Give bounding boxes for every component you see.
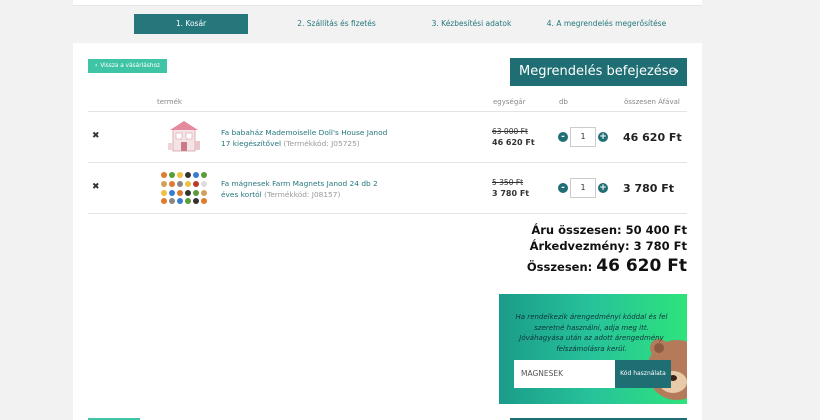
header-total: összesen Áfával bbox=[624, 98, 680, 106]
coupon-box: Ha rendelkezik árengedményi kóddal és fe… bbox=[499, 294, 687, 404]
header-unit-price: egységár bbox=[493, 98, 526, 106]
checkout-steps: 1. Kosár 2. Szállítás és fizetés 3. Kézb… bbox=[134, 14, 674, 34]
dollhouse-thumbnail[interactable] bbox=[159, 119, 211, 155]
item-name-link[interactable]: Fa mágnesek Farm Magnets Janod 24 db 2 é… bbox=[221, 178, 391, 200]
farm-magnets-thumbnail[interactable] bbox=[159, 170, 211, 206]
item-total: 3 780 Ft bbox=[623, 182, 675, 195]
grand-total-value: 46 620 Ft bbox=[596, 256, 687, 276]
goods-total-label: Áru összesen: bbox=[531, 223, 622, 237]
goods-total: Áru összesen: 50 400 Ft bbox=[531, 223, 687, 237]
item-total: 46 620 Ft bbox=[623, 131, 682, 144]
remove-item-icon[interactable]: ✖ bbox=[92, 131, 100, 141]
divider bbox=[88, 162, 687, 163]
discount-total: Árkedvezmény: 3 780 Ft bbox=[530, 239, 687, 253]
item-price: 46 620 Ft bbox=[492, 138, 535, 147]
item-name-link[interactable]: Fa babaház Mademoiselle Doll's House Jan… bbox=[221, 127, 391, 149]
item-code: (Termékkód: J05725) bbox=[283, 139, 360, 148]
coupon-info-text: Ha rendelkezik árengedményi kóddal és fe… bbox=[515, 313, 668, 353]
qty-increase-button[interactable]: + bbox=[598, 132, 608, 142]
back-button-label: Vissza a vásárláshoz bbox=[100, 63, 161, 69]
coupon-code-input[interactable]: MAGNESEK bbox=[514, 360, 615, 388]
discount-value: 3 780 Ft bbox=[633, 239, 687, 253]
top-strip bbox=[73, 0, 702, 6]
chevron-right-icon: › bbox=[673, 64, 679, 79]
step-delivery-details[interactable]: 3. Kézbesítési adatok bbox=[404, 14, 539, 34]
qty-decrease-button[interactable]: - bbox=[558, 183, 568, 193]
qty-input[interactable]: 1 bbox=[570, 178, 596, 198]
remove-item-icon[interactable]: ✖ bbox=[92, 182, 100, 192]
finish-order-button[interactable]: Megrendelés befejezése › bbox=[510, 58, 687, 86]
header-qty: db bbox=[559, 98, 568, 106]
apply-coupon-button[interactable]: Kód használata bbox=[615, 360, 671, 388]
item-old-price: 5 350 Ft bbox=[492, 178, 524, 187]
step-cart[interactable]: 1. Kosár bbox=[134, 14, 248, 34]
item-old-price: 63 000 Ft bbox=[492, 127, 528, 136]
grand-total-label: Összesen: bbox=[526, 260, 593, 274]
step-confirmation[interactable]: 4. A megrendelés megerősítése bbox=[539, 14, 674, 34]
back-to-shopping-button[interactable]: ‹ Vissza a vásárláshoz bbox=[88, 59, 167, 73]
header-product: termék bbox=[157, 98, 182, 106]
qty-decrease-button[interactable]: - bbox=[558, 132, 568, 142]
finish-button-label: Megrendelés befejezése bbox=[519, 64, 677, 79]
step-shipping-payment[interactable]: 2. Szállítás és fizetés bbox=[269, 14, 404, 34]
cart-card: ‹ Vissza a vásárláshoz Megrendelés befeje… bbox=[73, 43, 702, 420]
item-price: 3 780 Ft bbox=[492, 189, 530, 198]
qty-increase-button[interactable]: + bbox=[598, 183, 608, 193]
item-code: (Termékkód: J08157) bbox=[264, 190, 341, 199]
divider bbox=[88, 111, 687, 112]
qty-input[interactable]: 1 bbox=[570, 127, 596, 147]
goods-total-value: 50 400 Ft bbox=[625, 223, 687, 237]
divider bbox=[88, 213, 687, 214]
chevron-left-icon: ‹ bbox=[94, 63, 98, 69]
grand-total: Összesen: 46 620 Ft bbox=[527, 256, 687, 276]
discount-label: Árkedvezmény: bbox=[529, 239, 630, 253]
